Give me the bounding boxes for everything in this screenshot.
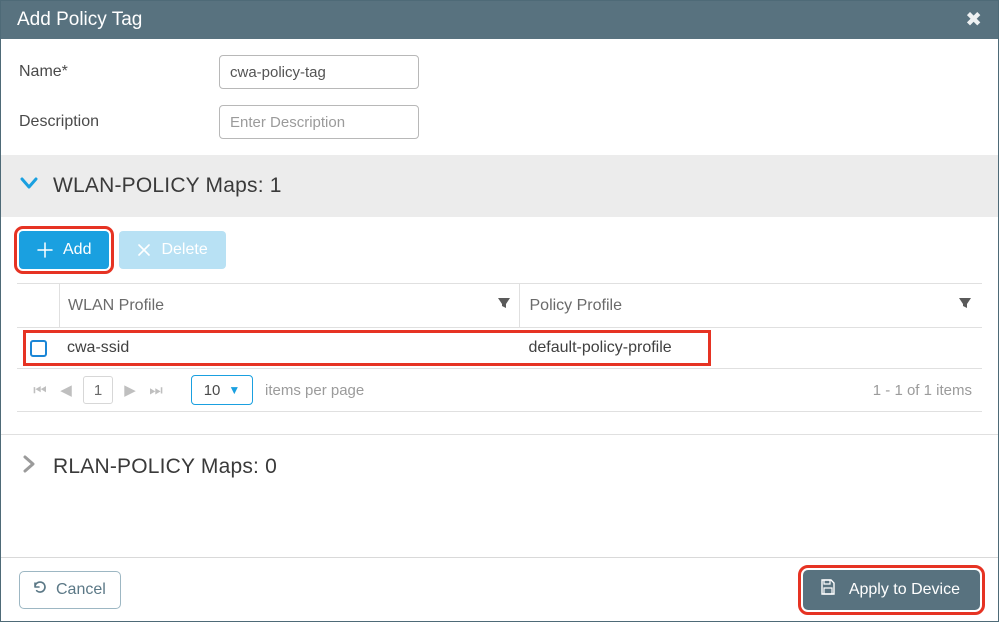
close-icon[interactable]: ✖ <box>965 10 982 30</box>
x-icon <box>137 243 151 257</box>
chevron-right-icon <box>19 454 39 480</box>
undo-icon <box>32 579 48 600</box>
delete-button-label: Delete <box>161 241 207 259</box>
cancel-button-label: Cancel <box>56 581 106 599</box>
description-input[interactable] <box>219 105 419 139</box>
wlan-profile-header-label: WLAN Profile <box>68 297 164 315</box>
add-button-label: Add <box>63 241 91 259</box>
items-per-page-label: items per page <box>265 382 364 399</box>
row-checkbox-cell[interactable] <box>17 340 59 357</box>
name-input[interactable] <box>219 55 419 89</box>
description-row: Description <box>19 105 980 139</box>
name-row: Name* <box>19 55 980 89</box>
filter-icon[interactable] <box>958 296 972 315</box>
dialog-title: Add Policy Tag <box>17 9 142 31</box>
description-label: Description <box>19 113 219 131</box>
add-policy-tag-dialog: Add Policy Tag ✖ Name* Description WLAN-… <box>0 0 999 622</box>
dialog-body: Name* Description WLAN-POLICY Maps: 1 Ad… <box>1 39 998 557</box>
wlan-profile-header[interactable]: WLAN Profile <box>59 284 519 327</box>
items-per-page-select[interactable]: 10 ▼ <box>191 375 253 405</box>
dialog-footer: Cancel Apply to Device <box>1 557 998 621</box>
rlan-policy-section-header[interactable]: RLAN-POLICY Maps: 0 <box>1 434 998 498</box>
wlan-policy-section-header[interactable]: WLAN-POLICY Maps: 1 <box>1 155 998 217</box>
policy-profile-header-label: Policy Profile <box>530 297 622 315</box>
caret-down-icon: ▼ <box>228 383 240 397</box>
prev-page-icon[interactable]: ◀ <box>53 381 79 399</box>
page-number[interactable]: 1 <box>83 376 113 404</box>
row-checkbox[interactable] <box>30 340 47 357</box>
next-page-icon[interactable]: ▶ <box>117 381 143 399</box>
delete-button[interactable]: Delete <box>119 231 225 269</box>
filter-icon[interactable] <box>497 296 511 315</box>
policy-profile-cell: default-policy-profile <box>519 339 983 357</box>
apply-button-label: Apply to Device <box>849 581 960 599</box>
name-label: Name* <box>19 63 219 81</box>
pager: ⏮ ◀ 1 ▶ ⏭ 10 ▼ items per page 1 - 1 of 1… <box>17 368 982 412</box>
policy-profile-header[interactable]: Policy Profile <box>519 284 983 327</box>
policy-profile-value: default-policy-profile <box>529 339 672 357</box>
first-page-icon[interactable]: ⏮ <box>27 382 53 399</box>
items-per-page-value: 10 <box>204 382 221 399</box>
wlan-profile-cell: cwa-ssid <box>59 339 519 357</box>
wlan-section-title: WLAN-POLICY Maps: 1 <box>53 174 282 198</box>
chevron-down-icon <box>19 173 39 199</box>
grid-header: WLAN Profile Policy Profile <box>17 284 982 328</box>
apply-to-device-button[interactable]: Apply to Device <box>803 570 980 610</box>
plus-icon <box>37 242 53 258</box>
cancel-button[interactable]: Cancel <box>19 571 121 609</box>
pager-summary: 1 - 1 of 1 items <box>873 382 972 399</box>
wlan-toolbar: Add Delete <box>19 217 980 283</box>
wlan-profile-value: cwa-ssid <box>67 339 129 357</box>
wlan-policy-grid: WLAN Profile Policy Profile cw <box>17 283 982 412</box>
save-icon <box>819 578 837 601</box>
add-button[interactable]: Add <box>19 231 109 269</box>
last-page-icon[interactable]: ⏭ <box>143 382 169 399</box>
table-row[interactable]: cwa-ssid default-policy-profile <box>17 328 982 368</box>
rlan-section-title: RLAN-POLICY Maps: 0 <box>53 455 277 479</box>
dialog-titlebar: Add Policy Tag ✖ <box>1 1 998 39</box>
